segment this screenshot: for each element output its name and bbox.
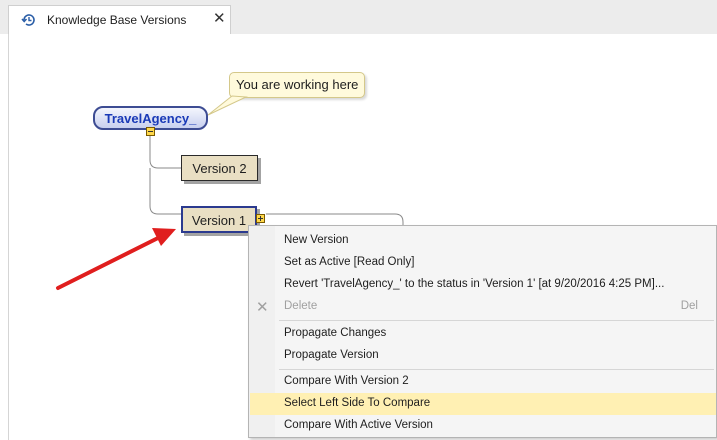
menu-item-label: Select Left Side To Compare: [284, 397, 431, 409]
menu-item-set-active[interactable]: Set as Active [Read Only]: [250, 252, 716, 274]
tab-title: Knowledge Base Versions: [47, 13, 187, 27]
menu-item-select-left-side[interactable]: Select Left Side To Compare: [250, 393, 716, 415]
working-here-tooltip: You are working here: [229, 72, 365, 98]
menu-item-label: Compare With Version 2: [284, 375, 409, 387]
version-node[interactable]: Version 2: [181, 155, 258, 181]
history-icon: [21, 14, 35, 26]
menu-item-compare-active[interactable]: Compare With Active Version: [250, 415, 716, 437]
version-label: Version 2: [192, 161, 247, 176]
menu-item-label: Propagate Version: [284, 349, 379, 361]
collapse-icon[interactable]: [146, 127, 155, 136]
menu-item-shortcut: Del: [680, 300, 698, 312]
menu-item-propagate-changes[interactable]: Propagate Changes: [250, 323, 716, 345]
delete-x-icon: ✕: [256, 299, 269, 316]
menu-item-label: Set as Active [Read Only]: [284, 256, 415, 268]
expand-icon[interactable]: [256, 214, 265, 223]
tab-knowledge-base-versions[interactable]: Knowledge Base Versions ✕: [8, 5, 231, 34]
context-menu: New Version Set as Active [Read Only] Re…: [248, 225, 717, 438]
tab-strip: Knowledge Base Versions ✕: [0, 0, 717, 34]
menu-separator: [279, 369, 714, 370]
tooltip-text: You are working here: [236, 77, 359, 92]
menu-item-revert[interactable]: Revert 'TravelAgency_' to the status in …: [250, 274, 716, 296]
menu-item-label: Compare With Active Version: [284, 419, 433, 431]
version-node-selected[interactable]: Version 1: [181, 206, 257, 233]
close-icon[interactable]: ✕: [213, 9, 226, 27]
menu-item-propagate-version[interactable]: Propagate Version: [250, 345, 716, 367]
menu-item-new-version[interactable]: New Version: [250, 230, 716, 252]
menu-item-delete[interactable]: ✕ Delete Del: [250, 296, 716, 318]
kb-root-label: TravelAgency_: [104, 111, 197, 126]
menu-item-label: Propagate Changes: [284, 327, 387, 339]
menu-item-label: Delete: [284, 300, 318, 312]
menu-item-label: New Version: [284, 234, 349, 246]
menu-separator: [279, 320, 714, 321]
menu-item-compare-version-2[interactable]: Compare With Version 2: [250, 371, 716, 393]
menu-item-label: Revert 'TravelAgency_' to the status in …: [284, 278, 665, 290]
version-label: Version 1: [191, 213, 247, 228]
